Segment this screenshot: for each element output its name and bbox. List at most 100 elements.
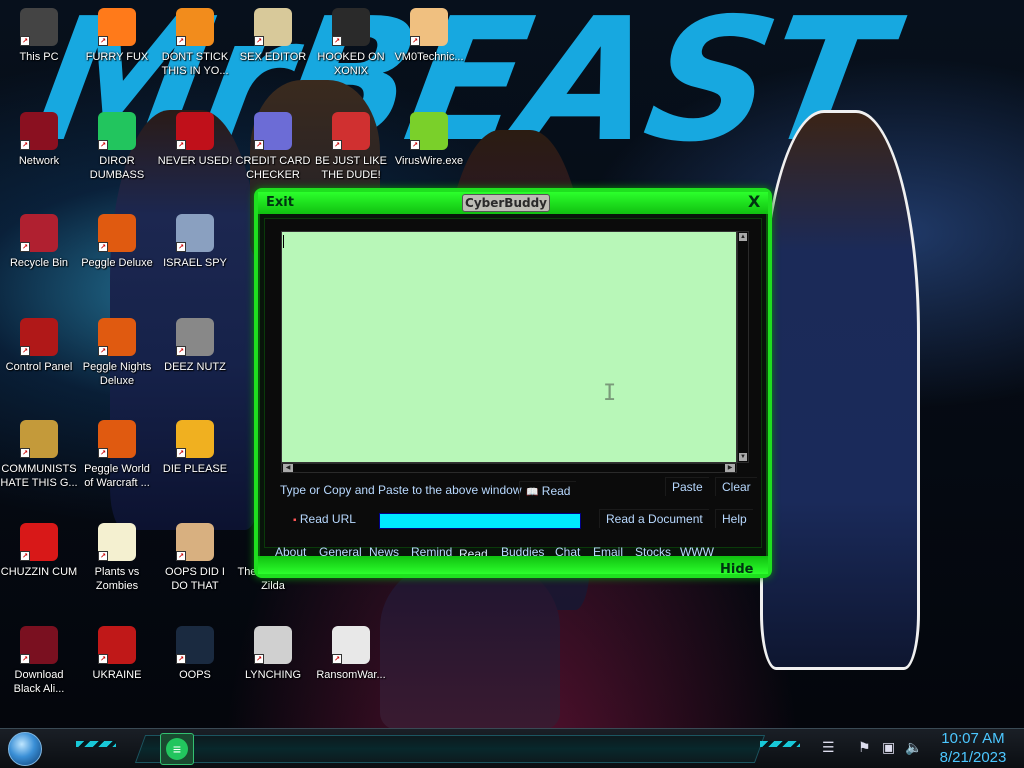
help-button[interactable]: Help [715,509,753,528]
desktop-icon[interactable]: ↗ NEVER USED! [156,112,234,168]
shortcut-arrow-icon: ↗ [98,551,108,561]
desktop-icon[interactable]: ↗ Control Panel [0,318,78,374]
desktop-icon[interactable]: ↗ COMMUNISTS HATE THIS G... [0,420,78,490]
start-button[interactable] [8,732,42,766]
desktop-icon-label: RansomWar... [316,669,386,681]
exit-button[interactable]: Exit [266,195,294,210]
desktop-icon[interactable]: ↗ Peggle Deluxe [78,214,156,270]
read-button[interactable]: 📖 Read [519,481,577,500]
desktop-icon-label: OOPS [179,669,211,681]
vertical-scrollbar[interactable]: ▲ ▼ [737,231,749,463]
clock[interactable]: 10:07 AM 8/21/2023 [930,729,1016,767]
scroll-down-icon[interactable]: ▼ [739,453,747,461]
desktop-icon[interactable]: ↗ ISRAEL SPY [156,214,234,270]
skull-icon: ↗ [332,626,370,664]
shortcut-arrow-icon: ↗ [20,551,30,561]
shortcut-arrow-icon: ↗ [20,140,30,150]
desktop-icon[interactable]: ↗ LYNCHING [234,626,312,682]
desktop-icon[interactable]: ↗ Plants vs Zombies [78,523,156,593]
desktop-icon-label: HOOKED ON XONIX [317,51,385,77]
desktop-icon-label: Network [18,155,60,167]
desktop-icon[interactable]: ↗ Download Black Ali... [0,626,78,696]
desktop-icon-label: VirusWire.exe [394,155,464,167]
shortcut-arrow-icon: ↗ [332,36,342,46]
desktop-icon[interactable]: ↗ RansomWar... [312,626,390,682]
close-button[interactable]: X [748,192,760,211]
windows-stack-icon: ↗ [176,318,214,356]
desktop-icon-label: VM0Technic... [394,51,464,63]
show-hidden-icons-icon[interactable]: ☰ [822,739,835,756]
desktop-icon[interactable]: ↗ CHUZZIN CUM [0,523,78,579]
hxd-editor-icon: ↗ [254,8,292,46]
desktop-icon-label: UKRAINE [92,669,142,681]
wallpaper-figure [380,560,560,728]
url-input[interactable] [379,513,581,529]
scroll-left-icon[interactable]: ◀ [283,464,293,472]
desktop-icon-label: DIE PLEASE [162,463,228,475]
desktop-icon[interactable]: ↗ SEX EDITOR [234,8,312,64]
peggle-wow-icon: ↗ [98,420,136,458]
desktop-icon-label: Peggle World of Warcraft ... [84,463,150,489]
desktop-icon[interactable]: ↗ FURRY FUX [78,8,156,64]
desktop-icon-label: COMMUNISTS HATE THIS G... [0,463,78,489]
text-caret [283,235,284,248]
hide-button[interactable]: Hide [720,562,753,577]
desktop-icon[interactable]: ↗ DONT STICK THIS IN YO... [156,8,234,78]
shortcut-arrow-icon: ↗ [98,242,108,252]
desktop-icon-label: This PC [19,51,59,63]
desktop-icon[interactable]: ↗ CREDIT CARD CHECKER [234,112,312,182]
desktop-icon[interactable]: ↗ HOOKED ON XONIX [312,8,390,78]
money-bag-icon: ↗ [20,420,58,458]
desktop-icon[interactable]: ↗ VirusWire.exe [390,112,468,168]
desktop-icon-label: Download Black Ali... [13,669,65,695]
read-url-button[interactable]: ▪ Read URL [293,512,356,526]
desktop-icon-label: Control Panel [5,361,73,373]
desktop-icon[interactable]: ↗ OOPS [156,626,234,682]
paste-button[interactable]: Paste [665,477,709,496]
desktop-icon[interactable]: ↗ Peggle Nights Deluxe [78,318,156,388]
shortcut-arrow-icon: ↗ [20,36,30,46]
clock-date: 8/21/2023 [939,749,1007,766]
desktop-icon[interactable]: ↗ DIROR DUMBASS [78,112,156,182]
read-url-label: Read URL [299,512,356,526]
desktop-icon-label: Recycle Bin [9,257,69,269]
desktop-icon[interactable]: ↗ This PC [0,8,78,64]
scroll-up-icon[interactable]: ▲ [739,233,747,241]
credit-card-icon: ↗ [254,112,292,150]
desktop-icon[interactable]: ↗ BE JUST LIKE THE DUDE! [312,112,390,182]
desktop-icon-label: DONT STICK THIS IN YO... [161,51,229,77]
desktop-icon-label: Plants vs Zombies [94,566,140,592]
desktop-icon[interactable]: ↗ OOPS DID I DO THAT [156,523,234,593]
volume-icon[interactable]: 🔈 [905,739,922,756]
desktop-icon[interactable]: ↗ Peggle World of Warcraft ... [78,420,156,490]
chuzzle-icon: ↗ [20,523,58,561]
desktop-icon-label: CHUZZIN CUM [0,566,78,578]
ibeam-cursor-icon: I [603,381,617,406]
scroll-right-icon[interactable]: ▶ [725,464,735,472]
desktop-icon[interactable]: ↗ DIE PLEASE [156,420,234,476]
shortcut-arrow-icon: ↗ [254,36,264,46]
text-input-area[interactable] [281,231,737,463]
desktop-icon[interactable]: ↗ UKRAINE [78,626,156,682]
horizontal-scrollbar[interactable]: ◀ ▶ [281,463,737,473]
desktop-icon[interactable]: ↗ DEEZ NUTZ [156,318,234,374]
network-icon[interactable]: ▣ [882,739,895,756]
shortcut-arrow-icon: ↗ [254,654,264,664]
desktop-icon[interactable]: ↗ Network [0,112,78,168]
shortcut-arrow-icon: ↗ [20,242,30,252]
clear-button[interactable]: Clear [715,477,757,496]
peggle-nights-icon: ↗ [98,318,136,356]
desktop-icon[interactable]: ↗ VM0Technic... [390,8,468,64]
action-center-flag-icon[interactable]: ⚑ [858,739,871,756]
read-document-button[interactable]: Read a Document [599,509,709,528]
wallpaper-figure [760,110,920,670]
santa-icon: ↗ [332,112,370,150]
desktop-icon-label: FURRY FUX [85,51,149,63]
taskbar-app-button[interactable]: ≡ [160,733,194,765]
title-bar[interactable]: Exit CyberBuddy X [258,192,768,214]
control-panel-icon: ↗ [20,318,58,356]
firefox-icon: ↗ [98,8,136,46]
shortcut-arrow-icon: ↗ [98,36,108,46]
desktop-icon[interactable]: ↗ Recycle Bin [0,214,78,270]
computer-icon: ↗ [20,8,58,46]
